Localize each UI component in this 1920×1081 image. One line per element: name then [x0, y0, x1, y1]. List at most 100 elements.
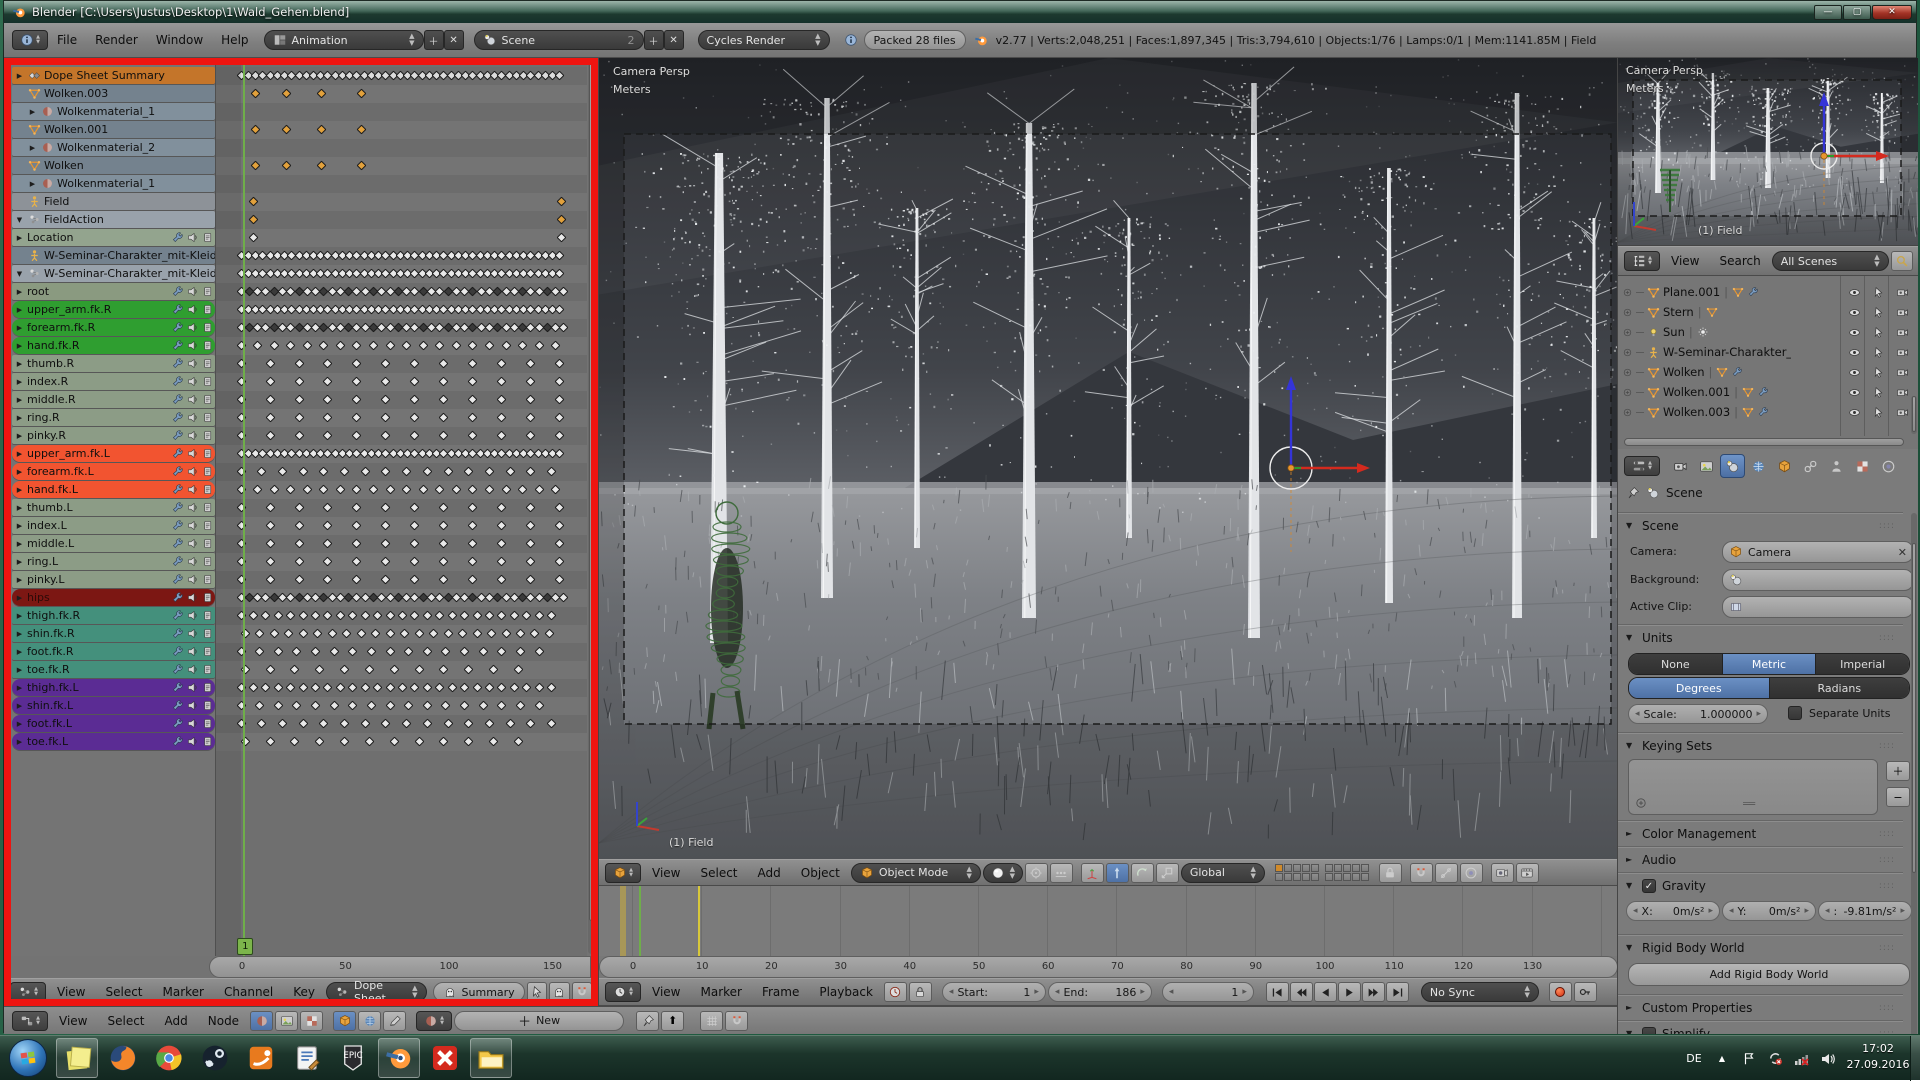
pin-icon[interactable]: [201, 285, 214, 298]
layer-cell[interactable]: [1275, 873, 1283, 881]
pin-icon[interactable]: [201, 429, 214, 442]
vp-menu-select[interactable]: Select: [691, 866, 746, 880]
channel-wolkenmaterial-2[interactable]: ▶Wolkenmaterial_2: [12, 139, 215, 156]
preview-range-button[interactable]: [884, 982, 907, 1002]
texture-nodes-toggle[interactable]: [300, 1011, 323, 1031]
channel-expand-icon[interactable]: ▶: [15, 396, 24, 404]
dopesheet-mode-dropdown[interactable]: Dope Sheet▲▼: [326, 982, 427, 1002]
menu-help[interactable]: Help: [212, 33, 257, 47]
active-clip-field[interactable]: [1722, 596, 1914, 618]
panel-rigid-body[interactable]: ▼Rigid Body World::::: [1618, 935, 1903, 959]
expand-icon[interactable]: [1622, 347, 1633, 358]
channel-wolkenmaterial-1[interactable]: ▶Wolkenmaterial_1: [12, 103, 215, 120]
delete-layout-button[interactable]: ✕: [444, 30, 464, 50]
tab-constraints[interactable]: [1798, 454, 1823, 478]
mute-icon[interactable]: [186, 681, 199, 694]
modifier-icon[interactable]: [171, 663, 184, 676]
channel-expand-icon[interactable]: ▶: [15, 378, 24, 386]
maximize-button[interactable]: ▢: [1843, 5, 1871, 20]
simplify-checkbox[interactable]: [1642, 1027, 1656, 1035]
channel-expand-icon[interactable]: ▶: [15, 504, 24, 512]
modifier-icon[interactable]: [171, 681, 184, 694]
pin-icon[interactable]: [201, 375, 214, 388]
timeline-track[interactable]: [599, 886, 1618, 956]
channel-expand-icon[interactable]: ▶: [15, 612, 24, 620]
pin-icon[interactable]: [201, 699, 214, 712]
channel-upper-arm-fk-r[interactable]: ▶upper_arm.fk.R: [12, 301, 215, 318]
mute-icon[interactable]: [186, 447, 199, 460]
panel-scene[interactable]: ▼Scene::::: [1618, 513, 1903, 537]
tab-world[interactable]: [1746, 454, 1771, 478]
channel-forearm-fk-r[interactable]: ▶forearm.fk.R: [12, 319, 215, 336]
packed-files-notice[interactable]: Packed 28 files: [864, 30, 966, 50]
unit-scale-field[interactable]: ◂Scale:1.000000▸: [1628, 704, 1768, 724]
modifier-icon[interactable]: [171, 303, 184, 316]
channel-expand-icon[interactable]: ▶: [15, 342, 24, 350]
layer-cell[interactable]: [1361, 873, 1369, 881]
vp-menu-add[interactable]: Add: [749, 866, 790, 880]
taskbar-sticky-notes[interactable]: [56, 1038, 98, 1078]
pin-icon[interactable]: [201, 465, 214, 478]
dopesheet-playhead[interactable]: [243, 58, 245, 956]
scene-selector[interactable]: Scene 2: [474, 30, 644, 50]
gravity-y-field[interactable]: ◂Y:0m/s²▸: [1722, 901, 1816, 921]
channel-fieldaction[interactable]: ▼FieldAction: [12, 211, 215, 228]
channel-expand-icon[interactable]: ▶: [15, 738, 24, 746]
channel-expand-icon[interactable]: ▶: [28, 144, 37, 152]
layer-cell[interactable]: [1302, 864, 1310, 872]
outliner-search-button[interactable]: [1891, 251, 1913, 271]
layer-cell[interactable]: [1293, 864, 1301, 872]
channel-expand-icon[interactable]: ▶: [15, 468, 24, 476]
start-button[interactable]: [6, 1038, 50, 1078]
properties-vscrollbar[interactable]: [1911, 513, 1917, 1034]
channel-shin-fk-r[interactable]: ▶shin.fk.R: [12, 625, 215, 642]
camera-preview-viewport[interactable]: Camera Persp Meters (1) Field: [1617, 58, 1918, 246]
units-imperial[interactable]: Imperial: [1816, 654, 1909, 674]
layer-cell[interactable]: [1311, 873, 1319, 881]
expand-icon[interactable]: [1622, 307, 1633, 318]
pin-icon[interactable]: [201, 231, 214, 244]
panel-gravity[interactable]: ▼ ✓ Gravity::::: [1618, 873, 1903, 897]
expand-icon[interactable]: [1622, 327, 1633, 338]
channel-expand-icon[interactable]: ▶: [15, 558, 24, 566]
snap-toggle[interactable]: [1410, 863, 1433, 883]
selectability-toggle[interactable]: [1867, 342, 1889, 362]
layer-cell[interactable]: [1334, 873, 1342, 881]
modifier-icon[interactable]: [171, 231, 184, 244]
modifier-icon[interactable]: [171, 519, 184, 532]
ol-menu-view[interactable]: View: [1662, 254, 1708, 268]
lock-to-scene-button[interactable]: [1379, 863, 1402, 883]
tl-menu-playback[interactable]: Playback: [810, 985, 882, 999]
modifier-icon[interactable]: [171, 537, 184, 550]
3d-viewport[interactable]: Camera Persp Meters (1) Field ▲▼ View Se…: [598, 58, 1617, 886]
keying-set-add-button[interactable]: ＋: [1886, 761, 1910, 781]
mute-icon[interactable]: [186, 429, 199, 442]
parent-node-button[interactable]: ⬆: [661, 1011, 684, 1031]
modifier-icon[interactable]: [171, 609, 184, 622]
mute-icon[interactable]: [186, 645, 199, 658]
channel-forearm-fk-l[interactable]: ▶forearm.fk.L: [12, 463, 215, 480]
tab-object[interactable]: [1772, 454, 1797, 478]
start-frame-field[interactable]: ◂Start:1▸: [942, 982, 1046, 1002]
renderability-toggle[interactable]: [1891, 282, 1913, 302]
visibility-toggle[interactable]: [1843, 302, 1865, 322]
current-frame-field[interactable]: ◂1▸: [1162, 982, 1254, 1002]
minimize-button[interactable]: —: [1814, 5, 1842, 20]
editor-type-node[interactable]: ▲▼: [12, 1011, 48, 1031]
background-field[interactable]: [1722, 569, 1914, 591]
separate-units-checkbox[interactable]: [1788, 706, 1802, 720]
channel-pinky-l[interactable]: ▶pinky.L: [12, 571, 215, 588]
jump-start-button[interactable]: [1266, 982, 1289, 1002]
menu-file[interactable]: File: [48, 33, 86, 47]
pin-icon[interactable]: [201, 681, 214, 694]
snap-button[interactable]: [572, 982, 592, 1002]
visibility-toggle[interactable]: [1843, 402, 1865, 422]
mute-icon[interactable]: [186, 519, 199, 532]
layer-cell[interactable]: [1352, 864, 1360, 872]
lock-range-button[interactable]: [909, 982, 932, 1002]
node-menu-view[interactable]: View: [50, 1014, 96, 1028]
pin-icon[interactable]: [201, 339, 214, 352]
node-menu-add[interactable]: Add: [156, 1014, 197, 1028]
visibility-toggle[interactable]: [1843, 342, 1865, 362]
tab-render[interactable]: [1668, 454, 1693, 478]
